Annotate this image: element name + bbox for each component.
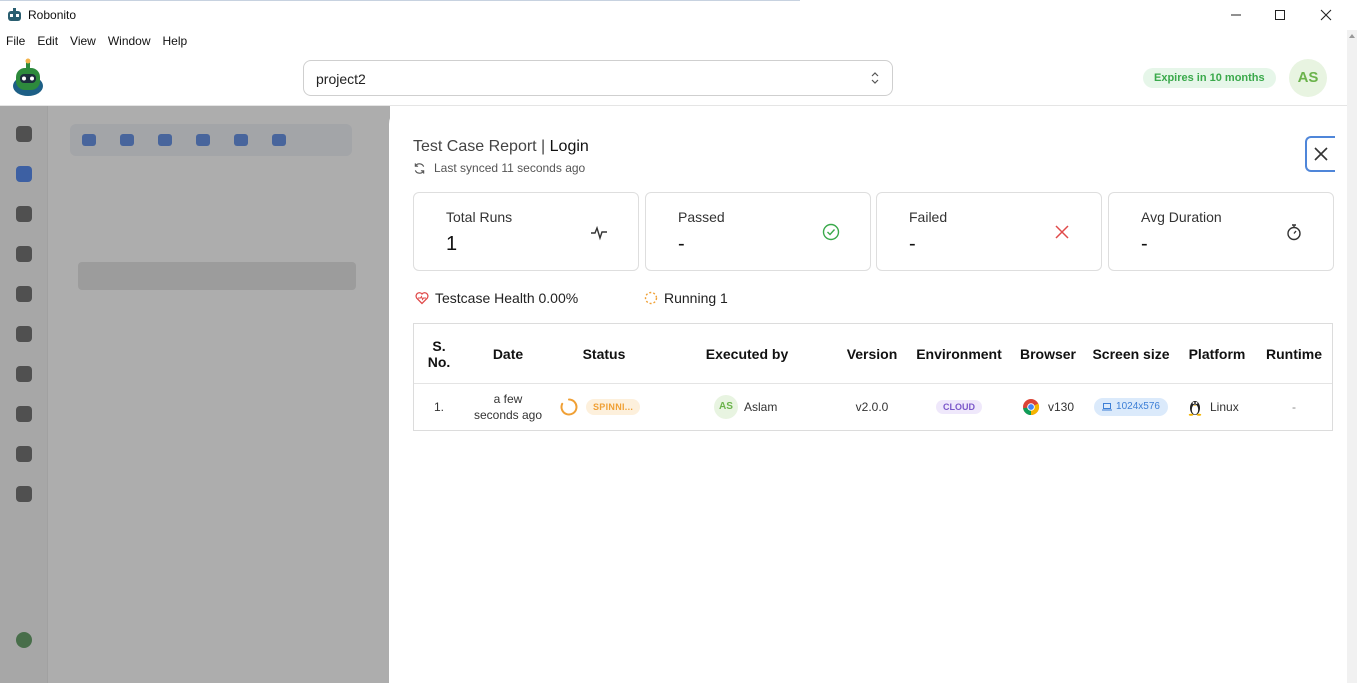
total-runs-card: Total Runs 1 (413, 192, 639, 271)
loading-spinner-icon (644, 291, 658, 305)
test-case-report-drawer: Test Case Report | Login Last synced 11 … (389, 106, 1347, 683)
heart-pulse-icon (415, 292, 429, 305)
card-value: - (678, 233, 685, 255)
card-value: - (909, 233, 916, 255)
card-value: 1 (446, 233, 458, 255)
window-title: Robonito (28, 8, 77, 22)
card-label: Passed (678, 209, 725, 225)
cell-browser: v130 (1014, 384, 1082, 430)
cell-environment: CLOUD (912, 384, 1006, 430)
col-header-browser[interactable]: Browser (1014, 324, 1082, 383)
passed-card: Passed - (645, 192, 871, 271)
linux-icon (1188, 401, 1202, 416)
executor-name: Aslam (744, 400, 778, 414)
runs-table: S. No. Date Status Executed by Version E… (413, 323, 1333, 431)
last-synced: Last synced 11 seconds ago (413, 161, 585, 175)
minimize-icon (1231, 14, 1241, 16)
close-icon (1320, 9, 1332, 21)
cell-date: a few seconds ago (473, 392, 543, 422)
report-title-prefix: Test Case Report | (413, 138, 550, 155)
col-header-executed-by[interactable]: Executed by (692, 324, 802, 383)
loading-spinner-icon (560, 398, 578, 416)
col-header-version[interactable]: Version (840, 324, 904, 383)
platform-name: Linux (1210, 400, 1239, 414)
robonito-logo[interactable] (10, 58, 46, 98)
report-title: Test Case Report | Login (413, 138, 589, 156)
modal-overlay[interactable] (0, 106, 390, 683)
environment-badge: CLOUD (936, 400, 982, 414)
cell-version: v2.0.0 (855, 400, 889, 414)
col-header-date[interactable]: Date (470, 324, 546, 383)
close-drawer-button[interactable] (1305, 136, 1335, 172)
col-header-status[interactable]: Status (564, 324, 644, 383)
maximize-button[interactable] (1257, 3, 1303, 27)
cell-sno: 1. (433, 400, 444, 414)
close-window-button[interactable] (1303, 3, 1349, 27)
menu-window[interactable]: Window (102, 34, 157, 48)
laptop-icon (1102, 403, 1113, 411)
cell-status: SPINNI... (560, 384, 660, 430)
testcase-health-text: Testcase Health 0.00% (435, 290, 579, 306)
cell-platform: Linux (1188, 384, 1258, 430)
project-select-value: project2 (316, 71, 366, 87)
report-test-name: Login (549, 138, 589, 155)
check-circle-icon (822, 223, 840, 241)
refresh-icon[interactable] (413, 162, 426, 175)
browser-version: v130 (1047, 400, 1075, 414)
card-value: - (1141, 233, 1148, 255)
running-count: Running 1 (644, 290, 728, 306)
cell-runtime: - (1292, 400, 1296, 414)
col-header-sno[interactable]: S. No. (422, 324, 456, 383)
card-label: Failed (909, 209, 948, 225)
menu-view[interactable]: View (64, 34, 102, 48)
cell-executed-by: AS Aslam (714, 384, 804, 430)
col-header-runtime[interactable]: Runtime (1260, 324, 1328, 383)
stopwatch-icon (1287, 224, 1301, 241)
screen-size-text: 1024x576 (1116, 401, 1160, 412)
minimize-button[interactable] (1213, 3, 1259, 27)
scrollbar[interactable] (1347, 30, 1357, 683)
title-bar: Robonito (0, 0, 1357, 30)
x-icon (1055, 225, 1069, 239)
avg-duration-card: Avg Duration - (1108, 192, 1334, 271)
activity-icon (591, 225, 607, 241)
license-expiry-badge: Expires in 10 months (1143, 68, 1276, 88)
menu-bar: File Edit View Window Help (0, 30, 193, 52)
running-count-text: Running 1 (664, 290, 728, 306)
title-bar-accent-line (0, 0, 800, 1)
app-icon (8, 8, 21, 21)
failed-card: Failed - (876, 192, 1102, 271)
user-avatar[interactable]: AS (1289, 59, 1327, 97)
cell-screen-size: 1024x576 (1090, 384, 1172, 430)
card-label: Total Runs (446, 209, 513, 225)
screen-size-badge: 1024x576 (1094, 398, 1168, 416)
card-label: Avg Duration (1141, 209, 1222, 225)
last-synced-text: Last synced 11 seconds ago (434, 161, 586, 175)
col-header-platform[interactable]: Platform (1182, 324, 1252, 383)
menu-help[interactable]: Help (157, 34, 194, 48)
maximize-icon (1275, 10, 1285, 20)
close-icon (1314, 147, 1328, 161)
executor-avatar: AS (714, 395, 738, 419)
menu-edit[interactable]: Edit (31, 34, 64, 48)
project-select[interactable]: project2 (303, 60, 893, 96)
app-header: project2 Expires in 10 months AS (0, 52, 1357, 106)
menu-file[interactable]: File (0, 34, 31, 48)
col-header-screen-size[interactable]: Screen size (1090, 324, 1172, 383)
chrome-icon (1022, 399, 1040, 416)
chevron-up-down-icon (871, 72, 879, 84)
status-badge: SPINNI... (586, 399, 641, 415)
scroll-up-arrow-icon[interactable] (1349, 30, 1355, 40)
col-header-environment[interactable]: Environment (912, 324, 1006, 383)
testcase-health: Testcase Health 0.00% (415, 290, 578, 306)
